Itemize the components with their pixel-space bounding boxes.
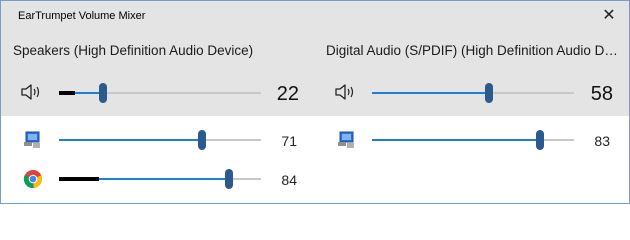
slider-fill	[59, 139, 203, 141]
slider-thumb[interactable]	[99, 83, 108, 103]
close-button[interactable]: ✕	[597, 6, 621, 26]
slider-thumb[interactable]	[535, 130, 544, 150]
window-title: EarTrumpet Volume Mixer	[18, 10, 146, 22]
eartrumpet-volume-mixer-window: EarTrumpet Volume Mixer ✕ Speakers (High…	[0, 0, 630, 204]
slider-thumb[interactable]	[198, 130, 207, 150]
speaker-icon[interactable]	[334, 83, 360, 101]
device-volume-slider-speakers[interactable]	[59, 83, 261, 103]
app-volume-slider-chrome[interactable]	[59, 169, 261, 189]
app-volume-value-system-sounds: 71	[281, 133, 297, 149]
device-name-speakers: Speakers (High Definition Audio Device)	[13, 43, 254, 58]
slider-fill	[372, 139, 540, 141]
slider-thumb[interactable]	[224, 169, 233, 189]
device-volume-value-speakers: 22	[276, 83, 299, 105]
chrome-icon	[23, 170, 43, 189]
device-name-digital-audio: Digital Audio (S/PDIF) (High Definition …	[326, 43, 618, 58]
system-sounds-icon	[24, 131, 40, 148]
app-volume-value-chrome: 84	[281, 172, 297, 188]
slider-fill	[372, 92, 490, 94]
system-sounds-icon	[338, 131, 354, 148]
device-volume-value-digital-audio: 58	[590, 83, 613, 105]
peak-meter	[59, 177, 100, 181]
app-volume-slider-system-sounds-digital[interactable]	[372, 130, 574, 150]
peak-meter	[59, 91, 76, 95]
speaker-icon[interactable]	[20, 83, 46, 101]
device-volume-slider-digital-audio[interactable]	[372, 83, 574, 103]
app-volume-value-system-sounds-digital: 83	[594, 133, 610, 149]
app-volume-slider-system-sounds[interactable]	[59, 130, 261, 150]
slider-thumb[interactable]	[485, 83, 494, 103]
